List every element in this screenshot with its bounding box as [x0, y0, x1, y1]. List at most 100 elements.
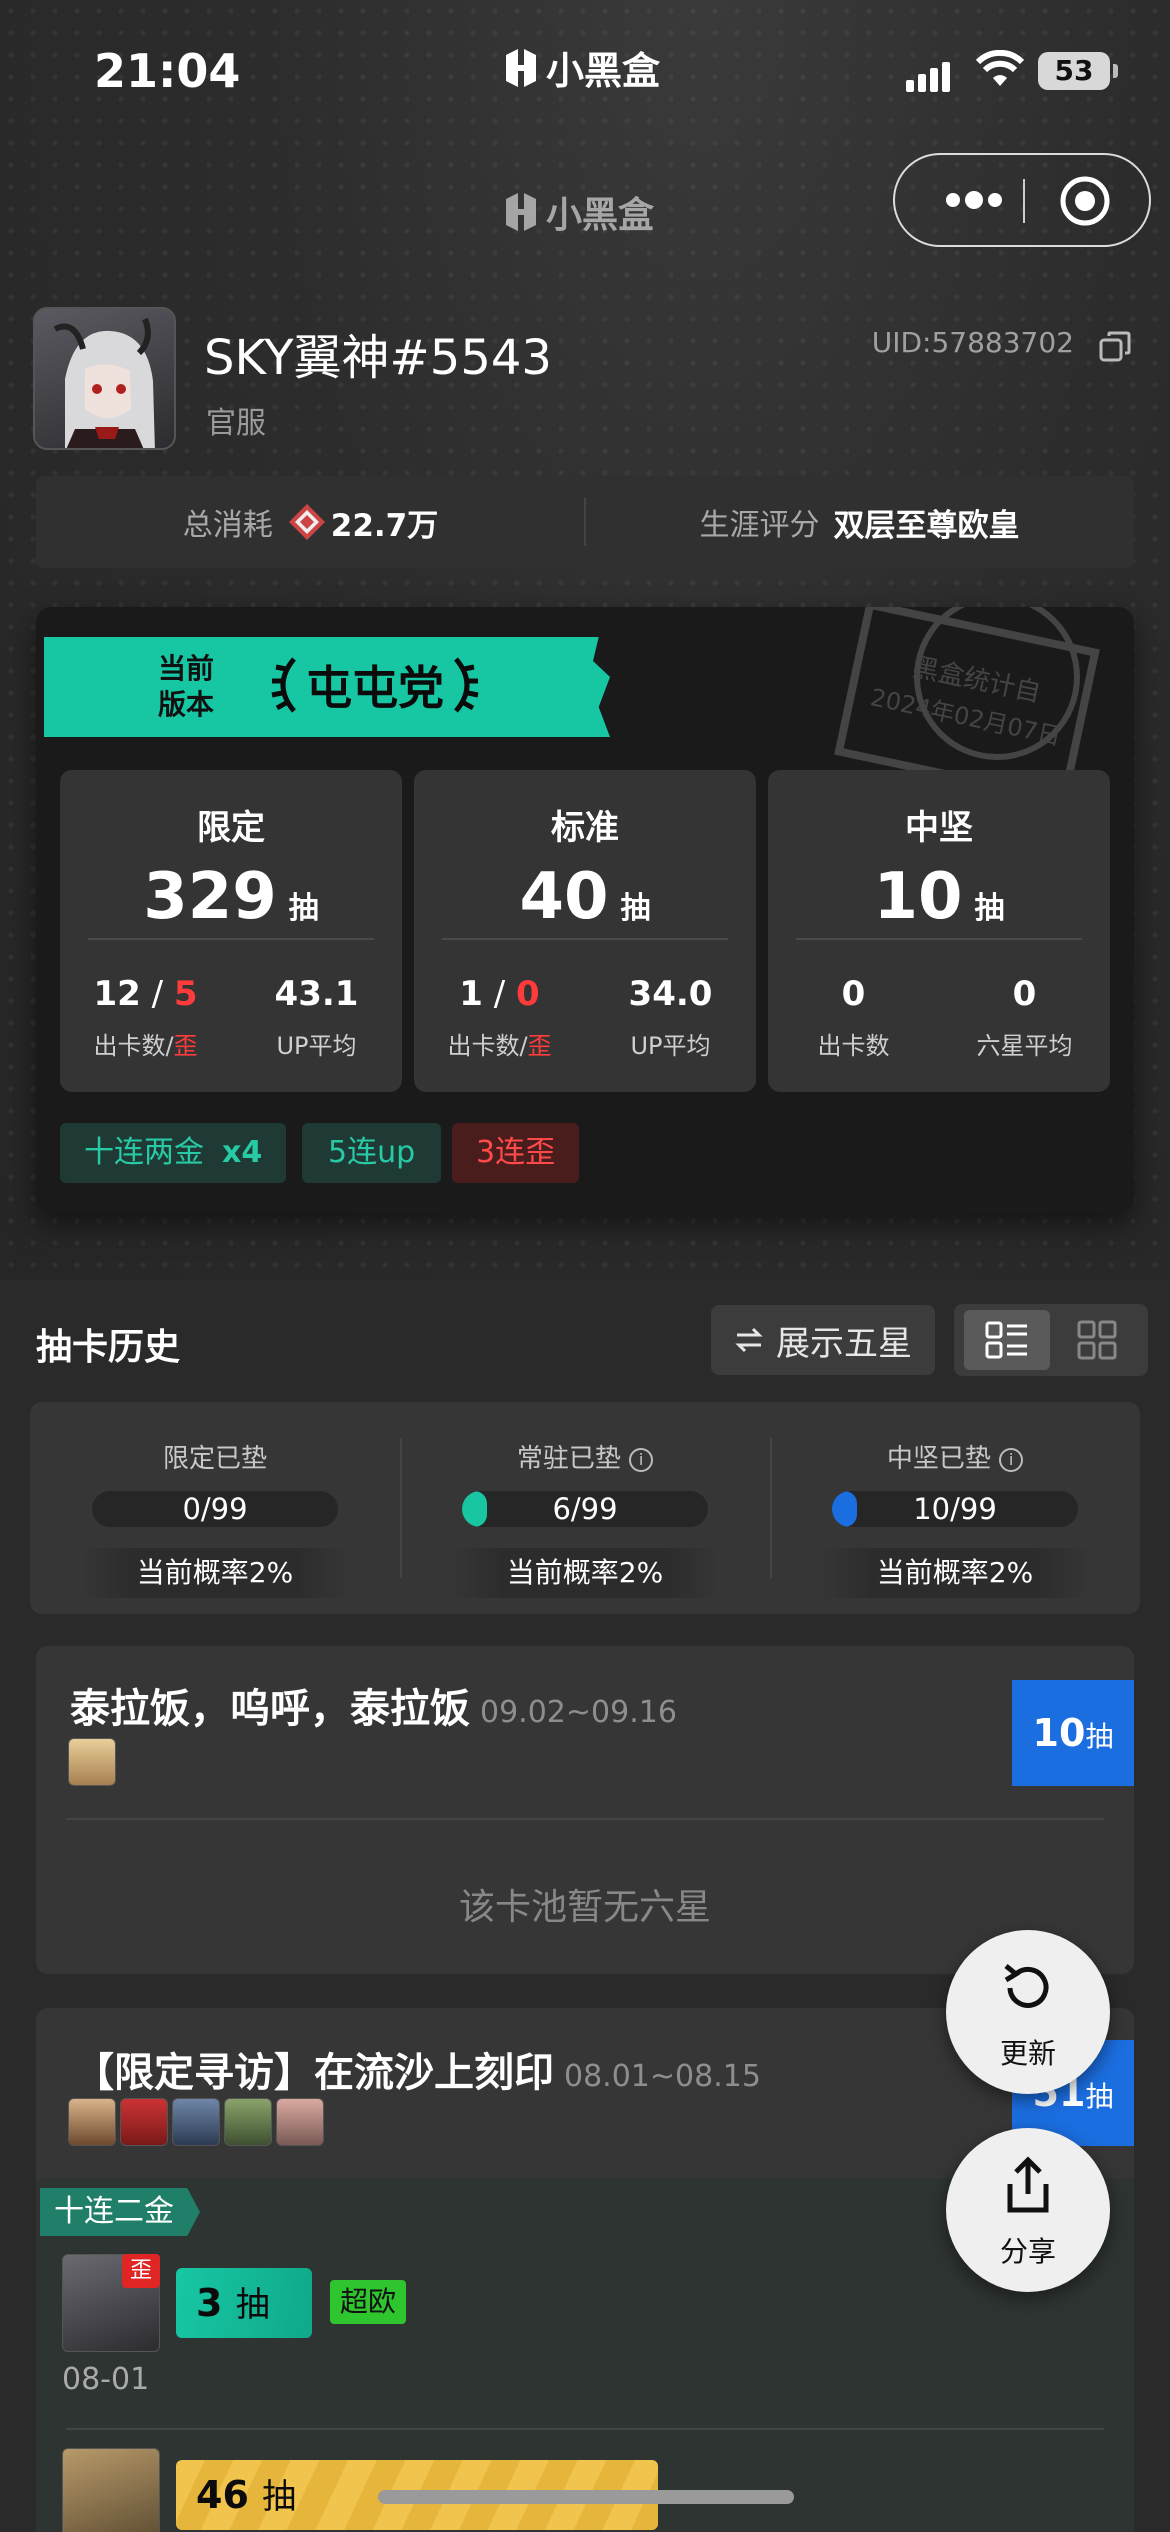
stat-label: 出卡数 — [447, 1032, 520, 1060]
grid-view-button[interactable] — [1054, 1310, 1140, 1370]
pool-divider — [66, 1818, 1104, 1820]
list-view-button[interactable] — [964, 1310, 1050, 1370]
profile-stats-bar: 总消耗 22.7万 生涯评分 双层至尊欧皇 — [36, 476, 1134, 568]
status-time: 21:04 — [94, 44, 241, 98]
six-star-count: 1 — [459, 974, 483, 1014]
pool-name: 【限定寻访】在流沙上刻印 — [74, 2050, 554, 2096]
total-spend-label: 总消耗 — [182, 508, 273, 543]
luck-badge: 超欧 — [330, 2280, 407, 2324]
six-star-count: 0 — [841, 974, 866, 1014]
record-divider — [66, 2428, 1104, 2430]
six-star-count: 12 — [93, 974, 141, 1014]
swap-icon — [735, 1327, 763, 1353]
card-left-stat: 12 / 5 出卡数/歪 — [60, 974, 231, 1061]
up-average: 43.1 — [274, 974, 359, 1014]
more-icon[interactable] — [929, 155, 1019, 245]
pity-value: 10/99 — [913, 1492, 997, 1526]
card-count: 329 抽 — [60, 860, 402, 934]
stat-label: 出卡数 — [817, 1032, 890, 1060]
pool-date: 09.02~09.16 — [480, 1695, 677, 1730]
pool-name: 泰拉饭，呜呼，泰拉饭 — [70, 1686, 470, 1732]
six-star-average: 0 — [1012, 974, 1037, 1014]
tier-title: 屯屯党 — [268, 645, 482, 725]
off-banner-count: 0 — [516, 974, 540, 1014]
list-view-icon — [985, 1321, 1027, 1359]
refresh-button[interactable]: 更新 — [946, 1930, 1110, 2094]
pity-rate: 当前概率2% — [450, 1548, 720, 1598]
refresh-icon — [1004, 1964, 1049, 2008]
pity-value: 6/99 — [552, 1492, 618, 1526]
tag-five-up-streak: 5连up — [302, 1123, 442, 1183]
laurel-left-icon — [271, 657, 296, 713]
card-count: 10 抽 — [768, 860, 1110, 934]
tag-three-off-streak: 3连歪 — [452, 1123, 580, 1183]
gacha-summary-card: 黑盒统计自 2024年02月07日 当前 版本 屯屯党 限定 329 抽 12 /… — [36, 607, 1134, 1213]
card-divider — [88, 938, 374, 940]
pull-count-value: 46 — [196, 2473, 249, 2517]
pity-label-text: 中坚已垫 — [886, 1444, 991, 1474]
share-button[interactable]: 分享 — [946, 2128, 1110, 2292]
core-pool-card: 中坚 10 抽 0 出卡数 0 六星平均 — [768, 770, 1110, 1092]
info-icon[interactable]: i — [999, 1447, 1024, 1472]
record-icon[interactable] — [1059, 175, 1111, 227]
nav-title-text: 小黑盒 — [546, 195, 655, 236]
pool-date: 08.01~08.15 — [564, 2059, 761, 2094]
pull-count-bar: 3 抽 — [176, 2268, 312, 2338]
pity-rate: 当前概率2% — [820, 1548, 1090, 1598]
card-count: 40 抽 — [414, 860, 756, 934]
operator-avatar — [68, 1738, 116, 1786]
off-banner-label: 歪 — [173, 1032, 198, 1060]
version-badge: 当前 版本 — [158, 651, 214, 723]
battery-icon: 53 — [1038, 52, 1118, 90]
history-title: 抽卡历史 — [36, 1327, 181, 1368]
up-average-label: UP平均 — [630, 1032, 711, 1060]
version-badge-line1: 当前 — [158, 652, 215, 685]
pull-count-unit: 抽 — [235, 2285, 270, 2325]
home-indicator[interactable] — [378, 2490, 794, 2504]
stamp-icon: 黑盒统计自 2024年02月07日 — [834, 607, 1100, 787]
pity-value: 0/99 — [182, 1492, 248, 1526]
view-mode-switch — [954, 1304, 1148, 1376]
pity-label: 中坚已垫 i — [770, 1438, 1140, 1475]
server-label: 官服 — [206, 406, 266, 441]
orundum-icon — [288, 504, 325, 540]
career-value: 双层至尊欧皇 — [833, 507, 1020, 544]
info-icon[interactable]: i — [629, 1447, 654, 1472]
pool-count-unit: 抽 — [1085, 1720, 1114, 1753]
pool-empty-text: 该卡池暂无六星 — [458, 1887, 711, 1928]
pity-progress: 6/99 — [462, 1491, 708, 1527]
operator-avatar — [68, 2098, 116, 2146]
six-star-average-label: 六星平均 — [976, 1032, 1073, 1060]
stat-sep: / — [140, 974, 174, 1014]
career-label: 生涯评分 — [699, 508, 820, 543]
card-divider — [442, 938, 728, 940]
nav-title: 小黑盒 — [502, 186, 654, 238]
off-banner-label: 歪 — [527, 1032, 552, 1060]
pity-label: 限定已垫 — [162, 1444, 267, 1474]
card-right-stat: 34.0 UP平均 — [585, 974, 756, 1061]
avatar[interactable] — [33, 307, 176, 450]
show-five-star-label: 展示五星 — [776, 1323, 912, 1364]
pity-standard: 常驻已垫 i 6/99 当前概率2% — [400, 1402, 770, 1614]
pool-card[interactable]: 泰拉饭，呜呼，泰拉饭 09.02~09.16 10抽 该卡池暂无六星 — [36, 1646, 1134, 1974]
tag-ten-pull-double-gold: 十连两金 x4 — [60, 1123, 287, 1183]
copy-icon[interactable] — [1098, 330, 1132, 364]
operator-avatar — [172, 2098, 220, 2146]
card-divider — [796, 938, 1082, 940]
tag-text: 十连两金 — [84, 1135, 204, 1170]
card-count-value: 329 — [143, 860, 277, 934]
version-tier-ribbon: 当前 版本 屯屯党 — [44, 637, 610, 737]
show-five-star-button[interactable]: 展示五星 — [711, 1305, 935, 1375]
heybox-logo-icon — [506, 193, 536, 231]
pool-card[interactable]: 【限定寻访】在流沙上刻印 08.01~08.15 51抽 十连二金 歪 3 抽 超… — [36, 2008, 1134, 2532]
pity-limited: 限定已垫 0/99 当前概率2% — [30, 1402, 400, 1614]
card-title: 中坚 — [905, 808, 973, 848]
stat-sep: / — [165, 1032, 174, 1060]
card-count-unit: 抽 — [288, 891, 319, 926]
status-brand: 小黑盒 — [502, 40, 660, 95]
operator-avatar — [224, 2098, 272, 2146]
career-score: 生涯评分 双层至尊欧皇 — [585, 476, 1134, 568]
card-title: 限定 — [197, 808, 265, 848]
share-icon — [1007, 2156, 1049, 2213]
off-banner-badge: 歪 — [122, 2254, 160, 2288]
